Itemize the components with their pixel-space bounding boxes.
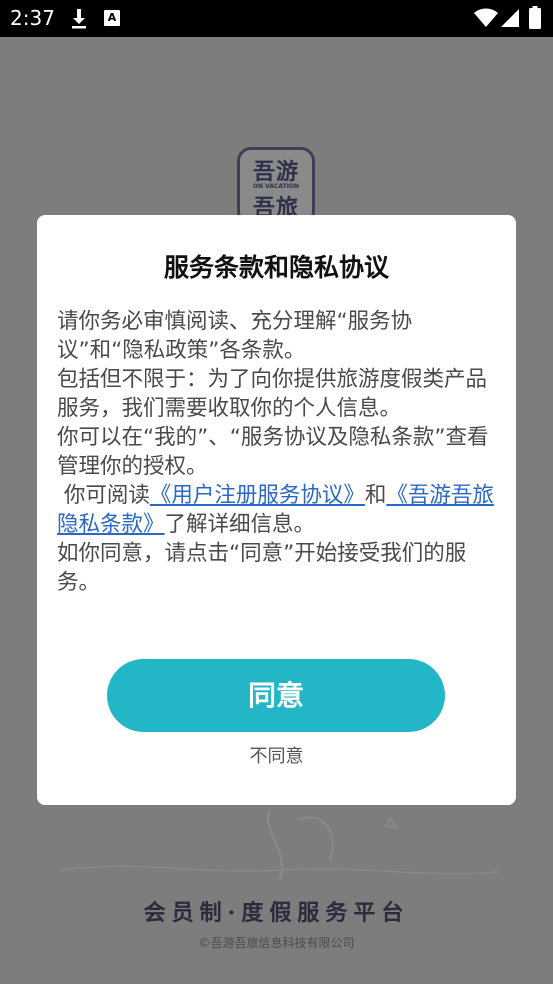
download-icon <box>72 9 86 29</box>
paragraph-3: 你可以在“我的”、“服务协议及隐私条款”查看管理你的授权。 <box>57 425 489 479</box>
dialog-title: 服务条款和隐私协议 <box>163 253 389 282</box>
slogan: 会员制·度假服务平台 <box>143 900 410 926</box>
dialog-body: 请你务必审慎阅读、充分理解“服务协议”和“隐私政策”各条款。 包括但不限于：为了… <box>57 307 497 597</box>
paragraph-2: 包括但不限于：为了向你提供旅游度假类产品服务，我们需要收取你的个人信息。 <box>57 367 488 421</box>
copyright: ©吾游吾旅信息科技有限公司 <box>198 936 355 950</box>
logo-subtitle: ON VACATION <box>252 183 300 190</box>
status-bar: 2:37 A <box>0 0 553 37</box>
paragraph-4: 你可阅读《用户注册服务协议》和《吾游吾旅隐私条款》了解详细信息。 <box>57 481 497 539</box>
p4-mid: 和 <box>364 483 387 508</box>
terms-dialog: 服务条款和隐私协议 请你务必审慎阅读、充分理解“服务协议”和“隐私政策”各条款。… <box>37 215 516 805</box>
p4-prefix: 你可阅读 <box>57 483 150 508</box>
paragraph-1: 请你务必审慎阅读、充分理解“服务协议”和“隐私政策”各条款。 <box>57 309 413 363</box>
p4-suffix: 了解详细信息。 <box>164 512 316 537</box>
sketch-illustration <box>60 809 500 881</box>
disagree-button[interactable]: 不同意 <box>37 742 516 768</box>
agree-button[interactable]: 同意 <box>107 659 445 732</box>
paragraph-5: 如你同意，请点击“同意”开始接受我们的服务。 <box>57 541 467 595</box>
battery-icon <box>529 6 541 29</box>
wifi-icon <box>474 8 498 27</box>
a-notification-icon: A <box>104 10 120 26</box>
user-agreement-link[interactable]: 《用户注册服务协议》 <box>150 483 365 508</box>
status-time: 2:37 <box>10 6 55 30</box>
logo-text-top: 吾游 <box>252 159 299 185</box>
app-logo: 吾游 ON VACATION 吾旅 <box>237 147 315 225</box>
signal-icon <box>501 9 519 27</box>
